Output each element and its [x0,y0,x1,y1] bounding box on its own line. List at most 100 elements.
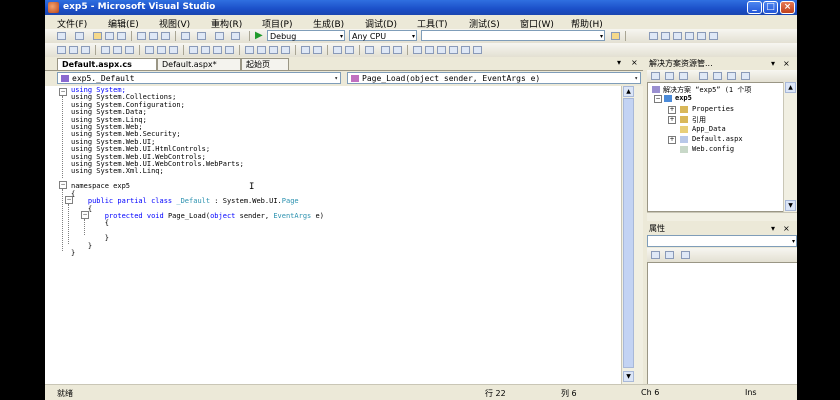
comment-out-icon[interactable] [381,46,390,54]
refresh-icon[interactable] [679,72,688,80]
navigate-forward-icon[interactable] [231,32,240,40]
align-middles-icon[interactable] [113,46,122,54]
increase-vertical-spacing-icon[interactable] [257,46,266,54]
center-horizontally-icon[interactable] [301,46,310,54]
expand-icon[interactable]: + [668,116,676,124]
scroll-down-button[interactable]: ▼ [785,200,796,211]
editor-vertical-scrollbar[interactable]: ▲ ▼ [621,86,644,384]
close-panel-icon[interactable]: × [783,222,790,235]
tree-item-web-config[interactable]: Web.config [692,145,734,153]
code-editor[interactable]: − − − − using System; using System.Colle… [45,86,621,384]
open-file-icon[interactable] [93,32,102,40]
next-bookmark-icon[interactable] [461,46,470,54]
save-icon[interactable] [105,32,114,40]
undo-icon[interactable] [181,32,190,40]
lock-controls-icon[interactable] [365,46,374,54]
outline-collapse-icon[interactable]: − [59,88,67,96]
properties-window-icon[interactable] [661,32,670,40]
class-select[interactable]: exp5._Default ▾ [57,72,341,84]
toolbox-icon[interactable] [685,32,694,40]
make-same-size-icon[interactable] [169,46,178,54]
view-designer-icon[interactable] [713,72,722,80]
decrease-vertical-spacing-icon[interactable] [269,46,278,54]
add-item-icon[interactable] [75,32,84,40]
uncomment-icon[interactable] [393,46,402,54]
minimize-button[interactable]: _ [747,1,762,14]
tree-item-properties[interactable]: Properties [692,105,734,113]
tab-default-aspx-cs[interactable]: Default.aspx.cs [57,58,157,70]
scroll-down-button[interactable]: ▼ [623,371,634,382]
properties-object-select[interactable]: ▾ [647,235,797,247]
close-button[interactable]: × [780,1,795,14]
decrease-horizontal-spacing-icon[interactable] [213,46,222,54]
align-tops-icon[interactable] [101,46,110,54]
new-project-icon[interactable] [57,32,66,40]
active-files-icon[interactable]: ▾ [617,58,621,67]
properties-grid[interactable] [647,262,797,386]
vertical-spacing-icon[interactable] [245,46,254,54]
properties-icon[interactable] [651,72,660,80]
remove-vertical-spacing-icon[interactable] [281,46,290,54]
bookmark-icon[interactable] [437,46,446,54]
find-in-files-icon[interactable] [611,32,620,40]
solution-horizontal-scrollbar[interactable] [647,212,797,221]
decrease-indent-icon[interactable] [413,46,422,54]
paste-icon[interactable] [161,32,170,40]
tab-default-aspx[interactable]: Default.aspx* [157,58,241,70]
solution-configuration-select[interactable]: Debug ▾ [267,30,345,41]
start-page-icon[interactable] [697,32,706,40]
clear-bookmarks-icon[interactable] [473,46,482,54]
tree-item-default-aspx[interactable]: Default.aspx [692,135,743,143]
outline-collapse-icon[interactable]: − [59,181,67,189]
window-position-icon[interactable]: ▾ [771,57,775,70]
categorized-icon[interactable] [651,251,660,259]
window-position-icon[interactable]: ▾ [771,222,775,235]
property-pages-icon[interactable] [681,251,690,259]
make-same-height-icon[interactable] [157,46,166,54]
close-panel-icon[interactable]: × [783,57,790,70]
view-code-icon[interactable] [699,72,708,80]
redo-icon[interactable] [197,32,206,40]
increase-indent-icon[interactable] [425,46,434,54]
collapse-icon[interactable]: − [654,95,662,103]
object-browser-icon[interactable] [673,32,682,40]
solution-platform-select[interactable]: Any CPU ▾ [349,30,417,41]
expand-icon[interactable]: + [668,106,676,114]
align-rights-icon[interactable] [81,46,90,54]
tree-item-app-data[interactable]: App_Data [692,125,726,133]
align-bottoms-icon[interactable] [125,46,134,54]
scroll-up-button[interactable]: ▲ [785,82,796,93]
solution-explorer-icon[interactable] [649,32,658,40]
previous-bookmark-icon[interactable] [449,46,458,54]
aspnet-configuration-icon[interactable] [741,72,750,80]
tab-start-page[interactable]: 起始页 [241,58,289,70]
make-same-width-icon[interactable] [145,46,154,54]
start-debugging-icon[interactable]: ▶ [255,30,263,41]
title-bar[interactable]: exp5 - Microsoft Visual Studio _ □ × [45,0,797,15]
remove-horizontal-spacing-icon[interactable] [225,46,234,54]
more-windows-icon[interactable] [709,32,718,40]
align-lefts-icon[interactable] [57,46,66,54]
close-document-icon[interactable]: × [631,58,638,67]
increase-horizontal-spacing-icon[interactable] [201,46,210,54]
copy-icon[interactable] [149,32,158,40]
find-combo[interactable]: ▾ [421,30,605,41]
show-all-files-icon[interactable] [665,72,674,80]
align-centers-icon[interactable] [69,46,78,54]
send-to-back-icon[interactable] [345,46,354,54]
tree-project[interactable]: exp5 [675,94,692,102]
copy-website-icon[interactable] [727,72,736,80]
center-vertically-icon[interactable] [313,46,322,54]
alphabetical-icon[interactable] [665,251,674,259]
maximize-button[interactable]: □ [763,1,778,14]
horizontal-spacing-icon[interactable] [189,46,198,54]
cut-icon[interactable] [137,32,146,40]
navigate-backward-icon[interactable] [215,32,224,40]
save-all-icon[interactable] [117,32,126,40]
tree-item-references[interactable]: 引用 [692,115,706,125]
bring-to-front-icon[interactable] [333,46,342,54]
scroll-thumb[interactable] [623,98,634,368]
member-select[interactable]: Page_Load(object sender, EventArgs e) ▾ [347,72,641,84]
scroll-up-button[interactable]: ▲ [623,86,634,97]
expand-icon[interactable]: + [668,136,676,144]
